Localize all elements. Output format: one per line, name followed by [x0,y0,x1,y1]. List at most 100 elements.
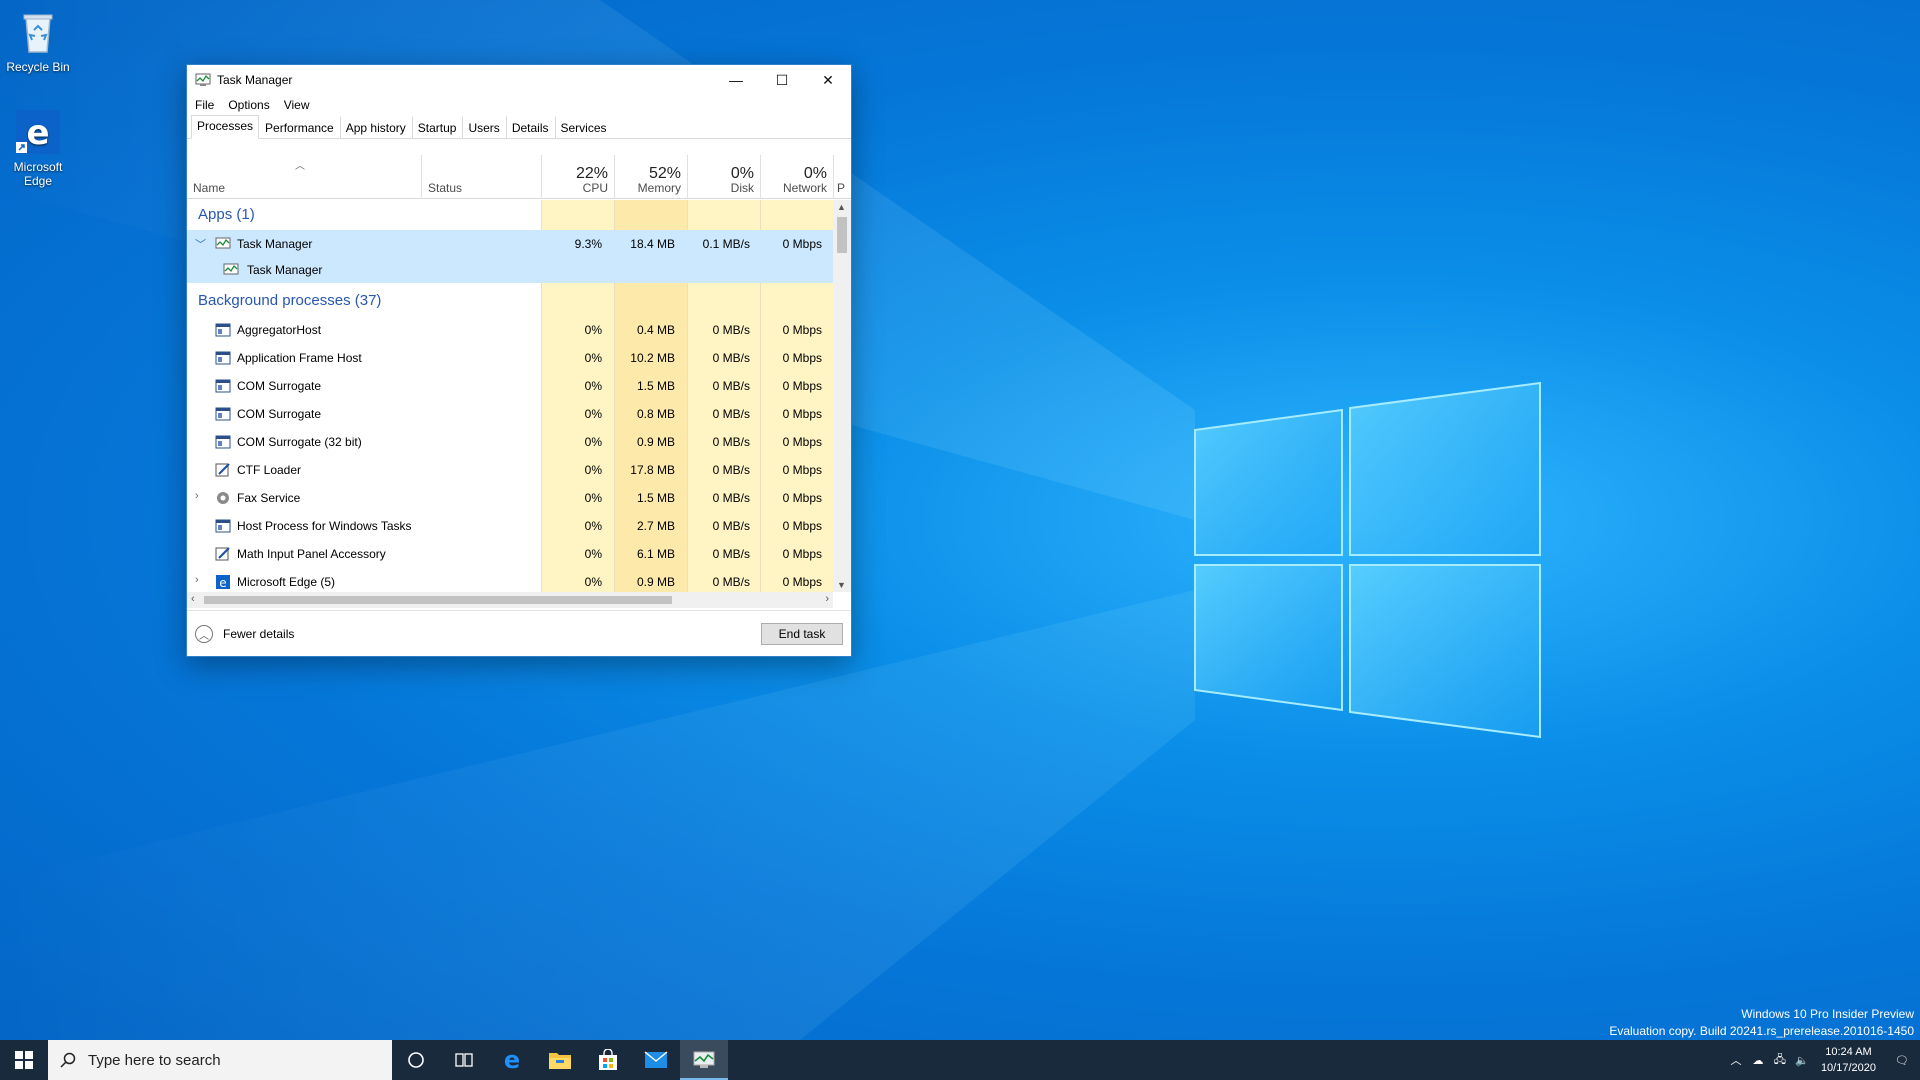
pen-icon [215,463,230,477]
column-disk[interactable]: 0% Disk [688,155,760,199]
column-network-label: Network [782,181,827,195]
menu-bar: File Options View [187,95,851,115]
menu-file[interactable]: File [195,98,214,112]
edge-label-line1: Microsoft [13,160,63,174]
action-center-icon[interactable]: 🗨 [1884,1040,1920,1080]
column-more[interactable]: P [834,155,851,199]
start-button[interactable] [0,1040,48,1080]
column-cpu[interactable]: 22% CPU [542,155,614,199]
recycle-bin-icon [23,14,53,53]
scroll-down-icon[interactable]: ▼ [837,580,846,590]
tab-services[interactable]: Services [554,116,613,139]
vertical-scrollbar[interactable]: ▲ ▼ [833,200,851,592]
process-name: Application Frame Host [237,351,362,365]
evaluation-watermark: Windows 10 Pro Insider Preview Evaluatio… [1609,1006,1914,1040]
process-name: COM Surrogate [237,379,322,393]
table-row[interactable]: COM Surrogate 0% 0.8 MB 0 MB/s 0 Mbps [187,400,833,428]
task-view-button[interactable] [440,1040,488,1080]
process-list[interactable]: Apps (1) ﹀ Task Manager 9.3% 18.4 MB 0.1… [187,200,833,592]
table-row[interactable]: COM Surrogate (32 bit) 0% 0.9 MB 0 MB/s 0 Mb… [187,428,833,456]
network-icon[interactable]: 🖧 [1769,1040,1791,1080]
network-value: 0 Mbps [782,491,822,505]
recycle-bin-desktop-icon[interactable]: Recycle Bin [0,8,76,74]
title-bar[interactable]: Task Manager — ☐ ✕ [187,65,851,95]
cpu-value: 0% [584,323,602,337]
table-row[interactable]: Math Input Panel Accessory 0% 6.1 MB 0 MB/s… [187,540,833,568]
process-name: Task Manager [247,263,323,277]
taskbar-file-explorer[interactable] [536,1040,584,1080]
taskbar-task-manager[interactable] [680,1040,728,1080]
svg-text:e: e [504,1048,520,1072]
chevron-down-icon[interactable]: ﹀ [195,236,206,252]
disk-value: 0 MB/s [712,463,750,477]
column-network[interactable]: 0% Network [761,155,833,199]
clock[interactable]: 10:24 AM 10/17/2020 [1821,1044,1876,1076]
chevron-up-icon: ︿ [195,625,213,643]
chevron-right-icon[interactable]: › [195,574,199,586]
tab-processes[interactable]: Processes [191,115,260,139]
column-header: ︿ Name Status 22% CPU 52% Memory 0% Disk… [187,155,851,199]
chevron-right-icon[interactable]: › [195,490,199,502]
network-value: 0 Mbps [782,519,822,533]
table-row-child[interactable]: Task Manager [187,258,833,283]
column-name-label: Name [193,181,226,195]
memory-value: 0.4 MB [636,323,675,337]
maximize-button[interactable]: ☐ [759,65,805,95]
system-tray: ︿ ☁ 🖧 🔈 10:24 AM 10/17/2020 🗨 [1725,1040,1920,1080]
pen-icon [215,547,230,561]
close-button[interactable]: ✕ [805,65,851,95]
column-memory-label: Memory [637,181,681,195]
taskbar-search-box[interactable]: Type here to search [48,1040,392,1080]
horizontal-scrollbar[interactable]: ‹ › [187,592,833,608]
taskbar-store[interactable] [584,1040,632,1080]
fewer-details-link[interactable]: ︿ Fewer details [195,625,294,643]
menu-view[interactable]: View [284,98,310,112]
taskbar-edge[interactable]: e [488,1040,536,1080]
tab-performance[interactable]: Performance [259,116,340,139]
vertical-scroll-thumb[interactable] [837,217,847,253]
column-memory[interactable]: 52% Memory [615,155,687,199]
table-row[interactable]: AggregatorHost 0% 0.4 MB 0 MB/s 0 Mbps [187,316,833,344]
table-row[interactable]: ﹀ Task Manager 9.3% 18.4 MB 0.1 MB/s 0 M… [187,230,833,258]
scroll-up-icon[interactable]: ▲ [837,202,846,212]
table-row[interactable]: › Fax Service 0% 1.5 MB 0 MB/s 0 Mbps [187,484,833,512]
network-value: 0 Mbps [782,351,822,365]
cortana-button[interactable] [392,1040,440,1080]
taskbar-mail[interactable] [632,1040,680,1080]
memory-value: 0.9 MB [636,575,675,589]
column-name[interactable]: Name [187,155,421,199]
tab-users[interactable]: Users [462,116,505,139]
menu-options[interactable]: Options [228,98,269,112]
table-row[interactable]: › e Microsoft Edge (5) 0% 0.9 MB 0 MB/s 0 Mbps [187,568,833,592]
task-manager-window[interactable]: Task Manager — ☐ ✕ File Options View Pro… [186,64,852,657]
tab-app-history[interactable]: App history [339,116,412,139]
horizontal-scroll-thumb[interactable] [204,596,672,604]
table-row[interactable]: Host Process for Windows Tasks 0% 2.7 MB 0 … [187,512,833,540]
cpu-value: 0% [584,407,602,421]
scroll-right-icon[interactable]: › [825,593,829,605]
column-status[interactable]: Status [422,155,541,199]
table-row[interactable]: CTF Loader 0% 17.8 MB 0 MB/s 0 Mbps [187,456,833,484]
column-status-label: Status [428,181,463,195]
cpu-value: 0% [584,379,602,393]
tray-chevron-up-icon[interactable]: ︿ [1725,1040,1747,1080]
disk-value: 0 MB/s [712,351,750,365]
edge-desktop-icon[interactable]: e Microsoft Edge [0,108,76,188]
process-name: Host Process for Windows Tasks [237,519,412,533]
process-window-icon [215,435,231,449]
tab-details[interactable]: Details [505,116,555,139]
minimize-button[interactable]: — [713,65,759,95]
tab-startup[interactable]: Startup [411,116,463,139]
scroll-left-icon[interactable]: ‹ [191,593,195,605]
onedrive-icon[interactable]: ☁ [1747,1040,1769,1080]
disk-value: 0.1 MB/s [702,237,750,251]
table-row[interactable]: Application Frame Host 0% 10.2 MB 0 MB/s 0 M… [187,344,833,372]
fewer-details-label: Fewer details [223,627,295,641]
volume-icon[interactable]: 🔈 [1791,1040,1813,1080]
network-value: 0 Mbps [782,237,822,251]
table-row[interactable]: COM Surrogate 0% 1.5 MB 0 MB/s 0 Mbps [187,372,833,400]
tab-strip: Processes Performance App history Startu… [187,115,851,139]
disk-value: 0 MB/s [712,575,750,589]
edge-label-line2: Edge [23,174,53,188]
end-task-button[interactable]: End task [761,623,843,645]
